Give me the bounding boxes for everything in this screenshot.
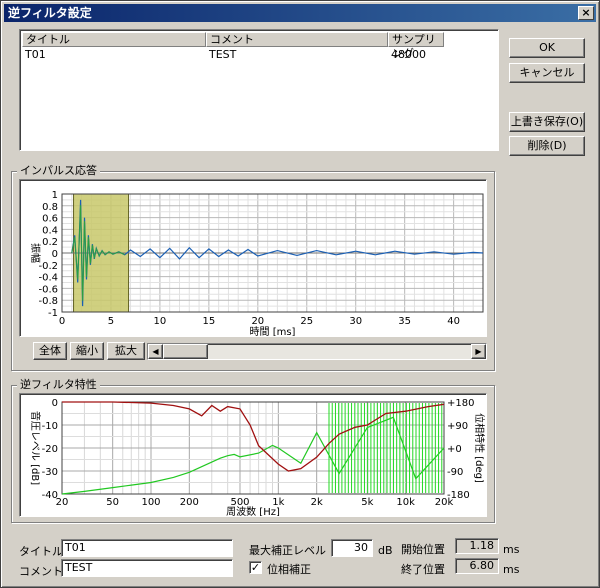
overwrite-save-button[interactable]: 上書き保存(O) [509, 112, 585, 132]
x-tick-label: 2k [311, 497, 323, 508]
end-position-label: 終了位置 [401, 563, 445, 576]
y-tick-label: 0 [52, 398, 58, 409]
y-axis-label: 音圧レベル [dB] [29, 411, 42, 485]
x-tick-label: 5 [108, 316, 114, 327]
comment-input[interactable]: TEST [61, 559, 233, 577]
x-tick-label: 20k [435, 497, 454, 508]
x-tick-label: 200 [180, 497, 199, 508]
phase-correction-label: 位相補正 [267, 563, 311, 576]
x-tick-label: 5k [361, 497, 373, 508]
column-header-comment[interactable]: コメント [206, 32, 388, 47]
x-tick-label: 10k [396, 497, 415, 508]
impulse-plot: 10.80.60.40.20-0.2-0.4-0.6-0.8-10 5 10 15 20… [29, 190, 484, 338]
y-tick-label: 0 [52, 249, 58, 260]
y-tick-label: 0.8 [42, 202, 58, 213]
x-tick-label: 100 [141, 497, 160, 508]
y-tick-label: -0.8 [38, 296, 58, 307]
y2-tick-label: +0 [447, 444, 462, 455]
y-tick-label: -20 [42, 444, 58, 455]
impulse-chart[interactable]: 1 0.8 0.6 0.4 0.2 0 -0.2 -0.4 -0.6 -0.8 -1 0 5 10 15 20… [19, 179, 487, 338]
title-label: タイトル [19, 545, 63, 558]
impulse-group-label: インパルス応答 [17, 164, 100, 177]
max-correction-input[interactable]: 30 [331, 539, 373, 557]
y-axis-label: 振幅 [29, 243, 42, 263]
y-tick-label: -1 [48, 308, 58, 319]
list-header: タイトル コメント サンプリング [22, 32, 496, 60]
y-tick-label: 0.2 [42, 237, 58, 248]
y-tick-label: -0.2 [38, 261, 58, 272]
end-position-value: 6.80 [455, 558, 499, 574]
horizontal-scrollbar[interactable]: ◀ ▶ [147, 343, 487, 360]
column-header-sampling[interactable]: サンプリング [388, 32, 444, 60]
y-tick-label: 0.6 [42, 214, 58, 225]
x-tick-label: 50 [106, 497, 119, 508]
check-icon: ✓ [250, 561, 261, 574]
list-cell-sampling: 48000 [391, 48, 426, 61]
title-input[interactable]: T01 [61, 539, 233, 557]
y-tick-label: 1 [52, 190, 58, 201]
end-position-unit: ms [503, 563, 520, 576]
ok-button[interactable]: OK [509, 38, 585, 58]
y-tick-label: -0.6 [38, 284, 58, 295]
y2-tick-label: +90 [447, 421, 468, 432]
y-tick-label: -10 [42, 421, 58, 432]
zoom-in-button[interactable]: 拡大 [107, 342, 145, 360]
x-tick-label: 30 [349, 316, 362, 327]
x-tick-label: 0 [59, 316, 65, 327]
x-tick-label: 25 [300, 316, 313, 327]
comment-label: コメント [19, 565, 63, 578]
title-bar: 逆フィルタ設定 × [4, 4, 596, 22]
y2-axis-label: 位相特性 [deg] [473, 413, 486, 483]
start-position-value: 1.18 [455, 538, 499, 554]
y2-tick-label: -90 [447, 467, 463, 478]
y2-tick-label: +180 [447, 398, 474, 409]
x-tick-label: 40 [447, 316, 460, 327]
scroll-thumb[interactable] [163, 344, 208, 359]
x-tick-label: 20 [251, 316, 264, 327]
zoom-all-button[interactable]: 全体 [33, 342, 67, 360]
filter-list[interactable]: タイトル コメント サンプリング T01 TEST 48000 [19, 29, 499, 151]
x-axis-label: 時間 [ms] [250, 326, 296, 336]
list-cell-title: T01 [25, 48, 46, 61]
scroll-right-icon[interactable]: ▶ [471, 344, 486, 359]
x-tick-label: 10 [154, 316, 167, 327]
y-tick-label: -0.4 [38, 273, 58, 284]
start-position-label: 開始位置 [401, 543, 445, 556]
start-position-unit: ms [503, 543, 520, 556]
close-button[interactable]: × [578, 6, 594, 20]
x-tick-label: 15 [202, 316, 215, 327]
x-axis-label: 周波数 [Hz] [226, 505, 280, 516]
inverse-plot: 0-10-20-30-40+180+90+0-90-18020 50 100 200 5… [29, 398, 486, 518]
phase-correction-checkbox[interactable]: ✓ [249, 561, 262, 574]
max-correction-unit: dB [378, 544, 393, 557]
inverse-chart[interactable]: 0 -10 -20 -30 -40 +180 +90 +0 -90 -180 20 50 100 200 5… [19, 393, 487, 518]
delete-button[interactable]: 削除(D) [509, 136, 585, 156]
dialog-window: 逆フィルタ設定 × タイトル コメント サンプリング T01 TEST 4800… [0, 0, 600, 588]
x-tick-label: 35 [398, 316, 411, 327]
y-tick-label: -30 [42, 467, 58, 478]
column-header-title[interactable]: タイトル [22, 32, 206, 47]
list-cell-comment: TEST [209, 48, 237, 61]
window-title: 逆フィルタ設定 [8, 6, 92, 20]
zoom-out-button[interactable]: 縮小 [70, 342, 104, 360]
y-tick-label: 0.4 [42, 225, 58, 236]
max-correction-label: 最大補正レベル [249, 544, 326, 557]
scroll-left-icon[interactable]: ◀ [148, 344, 163, 359]
x-tick-label: 20 [56, 497, 69, 508]
inverse-group-label: 逆フィルタ特性 [17, 378, 100, 391]
cancel-button[interactable]: キャンセル [509, 63, 585, 83]
